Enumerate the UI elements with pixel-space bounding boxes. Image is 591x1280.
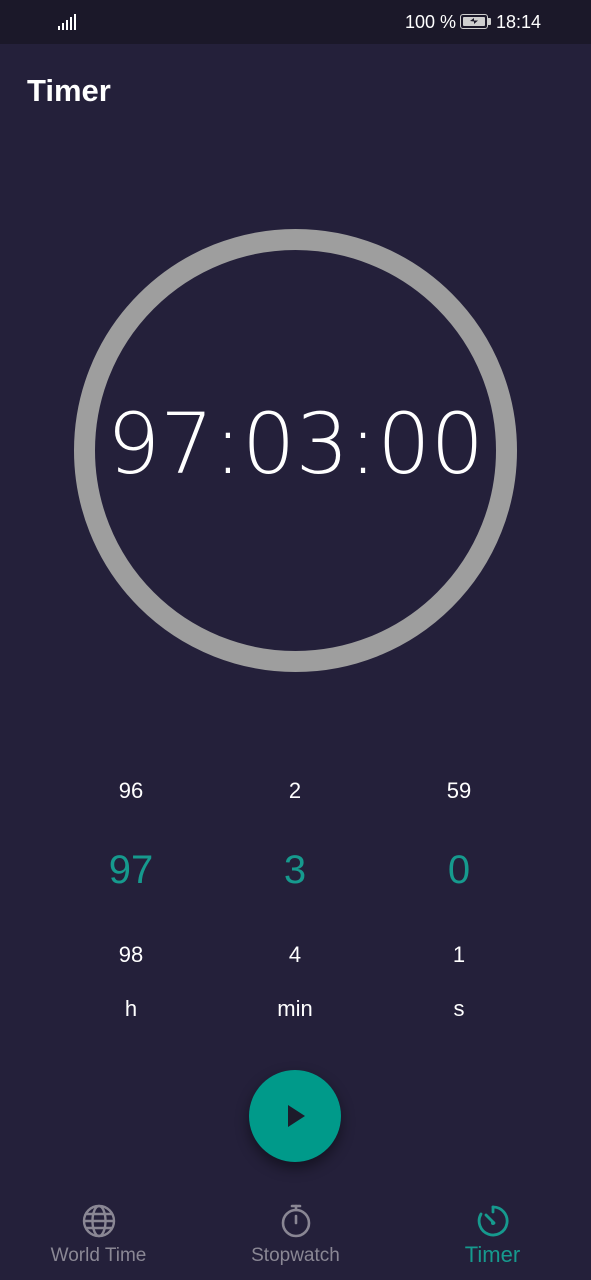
hours-prev-value[interactable]: 96	[71, 778, 191, 804]
hours-next-value[interactable]: 98	[71, 942, 191, 968]
seconds-next-value[interactable]: 1	[399, 942, 519, 968]
start-timer-button[interactable]	[249, 1070, 341, 1162]
nav-item-timer[interactable]: Timer	[394, 1195, 591, 1280]
signal-icon	[58, 14, 76, 30]
hours-unit-label: h	[124, 996, 138, 1021]
status-bar: 100 % 18:14	[0, 0, 591, 44]
globe-icon	[82, 1204, 116, 1238]
hours-selected-value[interactable]: 97	[71, 848, 191, 893]
seconds-selected-value[interactable]: 0	[399, 848, 519, 893]
nav-label-timer: Timer	[464, 1242, 521, 1267]
minutes-unit-label: min	[277, 996, 313, 1021]
timer-display: 97:03:00	[106, 395, 485, 493]
battery-percent: 100 %	[405, 12, 457, 32]
play-icon	[288, 1105, 305, 1127]
page-title: Timer	[27, 73, 111, 108]
nav-item-world-time[interactable]: World Time	[0, 1195, 197, 1280]
minutes-next-value[interactable]: 4	[235, 942, 355, 968]
seconds-unit-label: s	[453, 996, 465, 1021]
minutes-prev-value[interactable]: 2	[235, 778, 355, 804]
nav-item-stopwatch[interactable]: Stopwatch	[197, 1195, 394, 1280]
battery-tip	[488, 18, 491, 25]
battery-charging-icon	[460, 14, 488, 29]
status-clock: 18:14	[496, 12, 542, 32]
seconds-prev-value[interactable]: 59	[399, 778, 519, 804]
timer-screen: 100 % 18:14 Timer 97:03:00 96 97 98 h 2 …	[0, 0, 591, 1280]
nav-label-world-time: World Time	[50, 1245, 147, 1266]
stopwatch-icon	[281, 1204, 311, 1238]
timer-icon	[477, 1205, 509, 1237]
nav-label-stopwatch: Stopwatch	[251, 1245, 340, 1266]
minutes-selected-value[interactable]: 3	[235, 848, 355, 893]
